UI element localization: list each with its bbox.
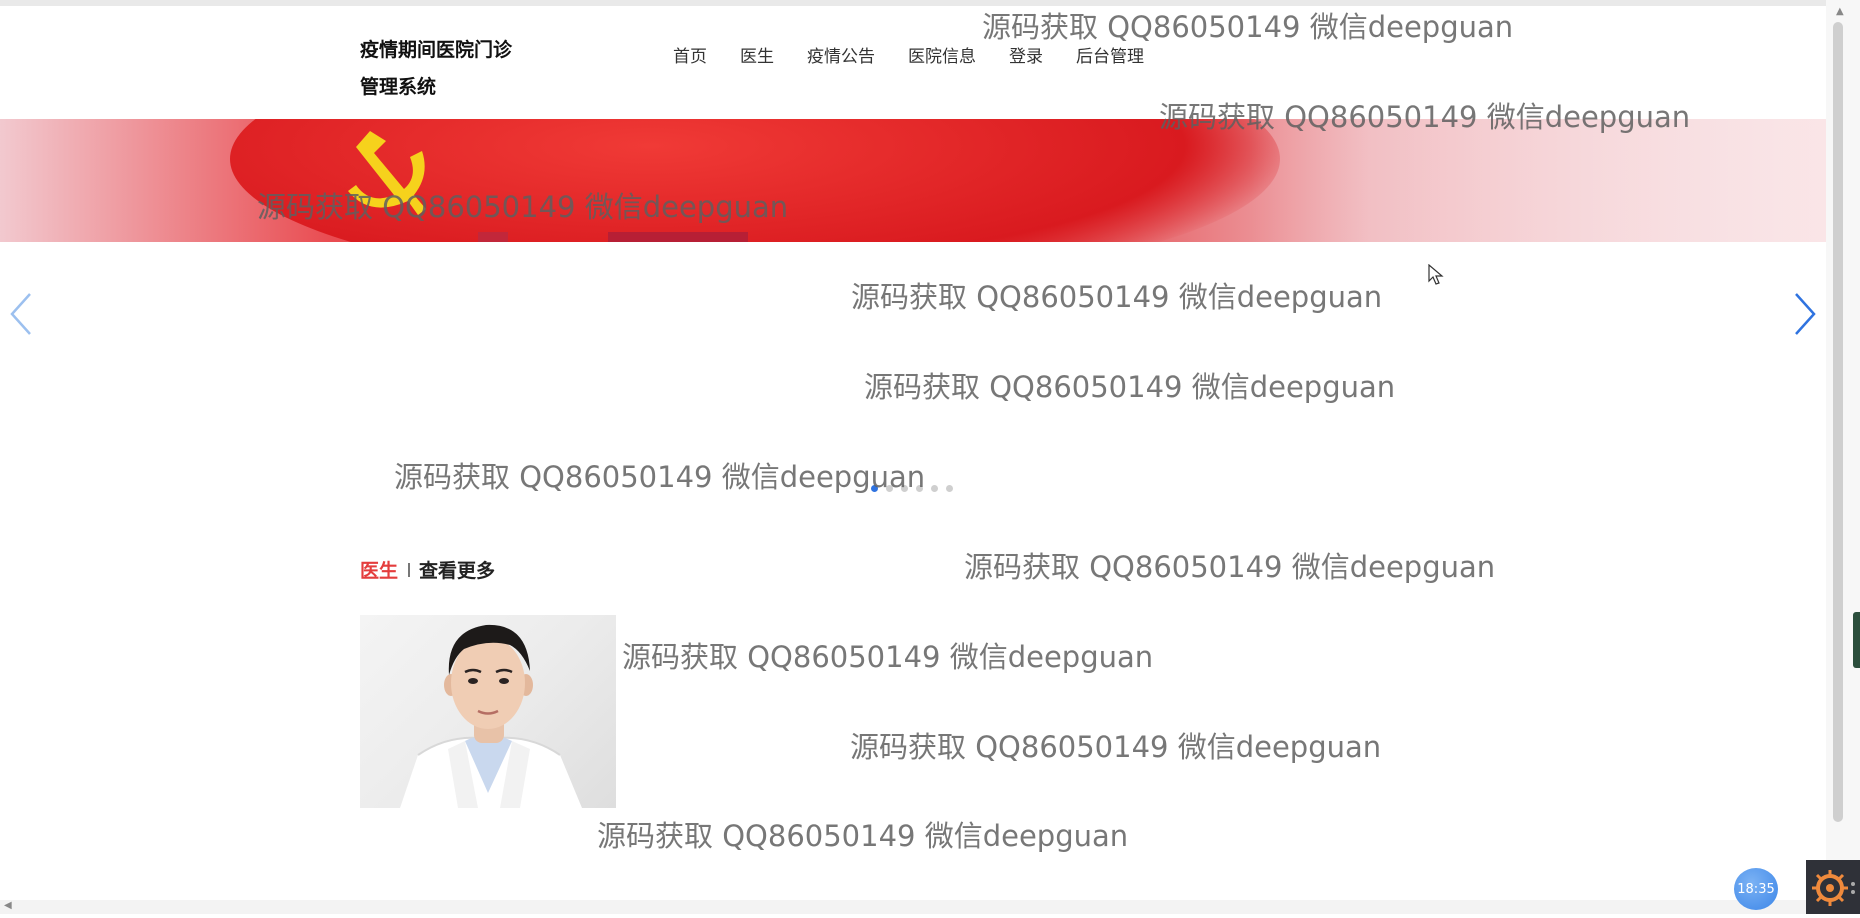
watermark-text: 源码获取 QQ86050149 微信deepguan xyxy=(394,460,926,494)
scroll-up-icon[interactable]: ▲ xyxy=(1836,6,1844,17)
banner-detail xyxy=(608,232,748,242)
nav-epidemic-notices[interactable]: 疫情公告 xyxy=(807,42,875,67)
site-header: 疫情期间医院门诊 管理系统 首页 医生 疫情公告 医院信息 登录 后台管理 xyxy=(0,6,1826,119)
settings-gear-icon xyxy=(1812,870,1855,906)
site-title-line-1: 疫情期间医院门诊 xyxy=(360,39,513,61)
view-more-link[interactable]: 查看更多 xyxy=(419,556,495,583)
carousel-dot[interactable] xyxy=(916,485,923,492)
main-nav: 首页 医生 疫情公告 医院信息 登录 后台管理 xyxy=(673,42,1177,67)
clock-time: 18:35 xyxy=(1737,881,1775,897)
nav-admin[interactable]: 后台管理 xyxy=(1076,42,1144,67)
app-tray-icon[interactable] xyxy=(1806,860,1860,914)
doctor-portrait-image xyxy=(400,624,582,808)
watermark-text: 源码获取 QQ86050149 微信deepguan xyxy=(864,370,1396,404)
section-title: 医生 xyxy=(360,560,399,582)
section-divider xyxy=(408,562,411,577)
watermark-text: 源码获取 QQ86050149 微信deepguan xyxy=(850,730,1382,764)
watermark-text: 源码获取 QQ86050149 微信deepguan xyxy=(851,280,1383,314)
site-title-line-2: 管理系统 xyxy=(360,76,437,98)
carousel-banner-image[interactable] xyxy=(0,119,1826,242)
carousel-dot[interactable] xyxy=(946,485,953,492)
clock-badge-icon[interactable]: 18:35 xyxy=(1734,868,1778,910)
party-emblem-icon xyxy=(348,131,426,215)
watermark-text: 源码获取 QQ86050149 微信deepguan xyxy=(964,550,1496,584)
watermark-text: 源码获取 QQ86050149 微信deepguan xyxy=(597,819,1129,853)
carousel-dot[interactable] xyxy=(901,485,908,492)
site-title[interactable]: 疫情期间医院门诊 管理系统 xyxy=(360,32,530,106)
doctors-section-header: 医生 查看更多 xyxy=(360,556,495,583)
nav-hospital-info[interactable]: 医院信息 xyxy=(908,42,976,67)
mouse-cursor-icon xyxy=(1428,264,1444,285)
side-panel-handle[interactable] xyxy=(1853,612,1860,668)
watermark-text: 源码获取 QQ86050149 微信deepguan xyxy=(622,640,1154,674)
nav-home[interactable]: 首页 xyxy=(673,42,707,67)
nav-login[interactable]: 登录 xyxy=(1009,42,1043,67)
horizontal-scrollbar[interactable] xyxy=(0,900,1860,914)
carousel-dot[interactable] xyxy=(931,485,938,492)
nav-doctors[interactable]: 医生 xyxy=(740,42,774,67)
scroll-left-icon[interactable]: ◀ xyxy=(4,900,12,911)
chevron-right-icon[interactable] xyxy=(1792,290,1818,338)
carousel-dot[interactable] xyxy=(886,485,893,492)
banner-fade xyxy=(1250,119,1826,242)
vertical-scrollbar[interactable] xyxy=(1826,0,1860,900)
doctor-photo[interactable] xyxy=(360,615,616,808)
banner-detail xyxy=(478,232,508,242)
chevron-left-icon[interactable] xyxy=(8,290,34,338)
carousel-pagination xyxy=(871,485,961,492)
carousel-dot[interactable] xyxy=(871,485,878,492)
vertical-scrollbar-thumb[interactable] xyxy=(1833,22,1843,822)
